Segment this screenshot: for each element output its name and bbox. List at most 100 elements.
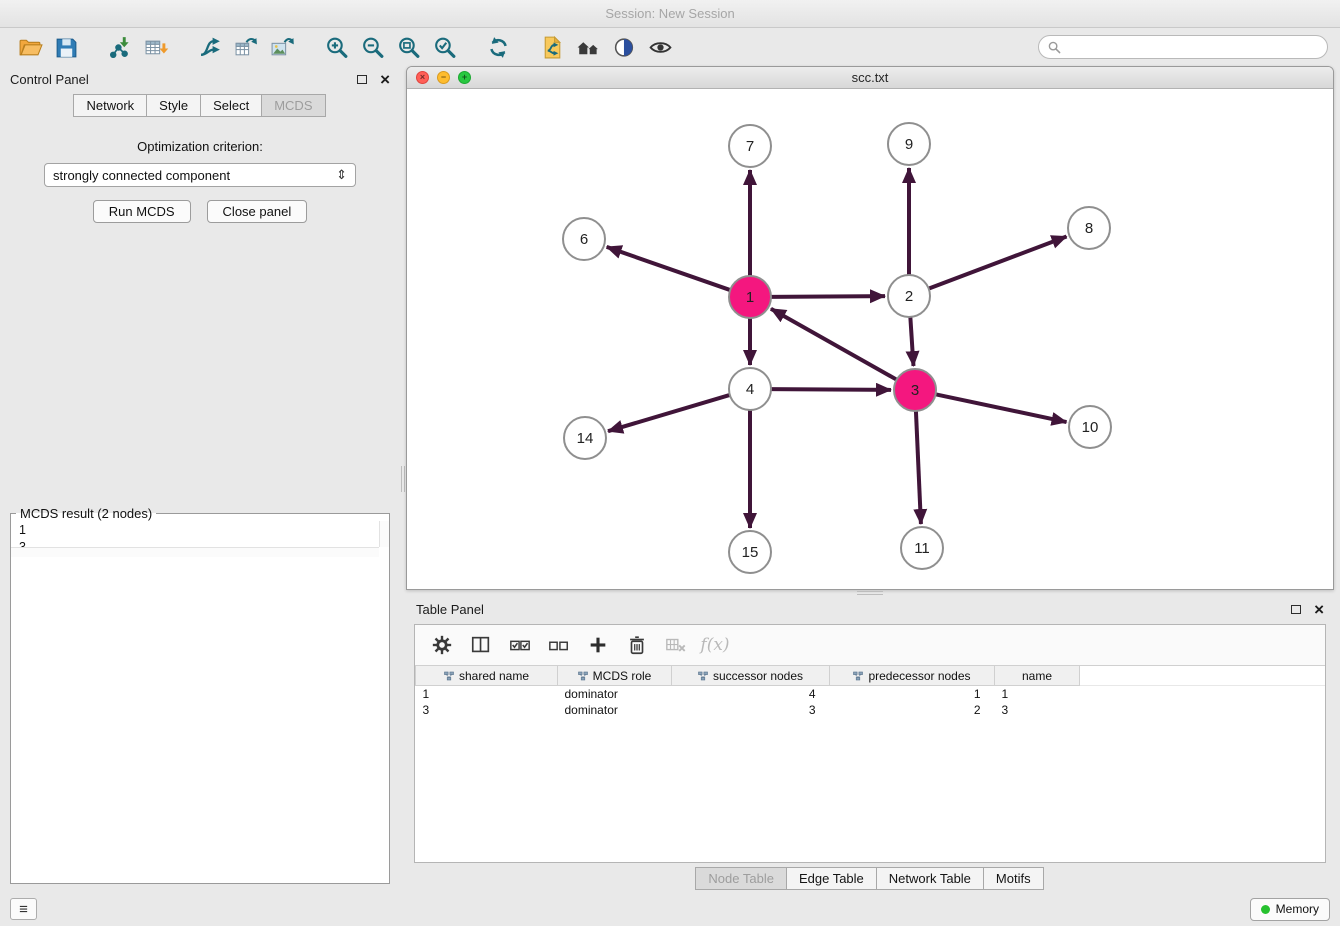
network-window-titlebar[interactable]: × − + scc.txt: [407, 67, 1333, 89]
close-panel-icon[interactable]: ×: [1314, 601, 1324, 618]
table-settings-button[interactable]: [425, 630, 459, 660]
zoom-window-icon[interactable]: +: [458, 71, 471, 84]
minimize-window-icon[interactable]: −: [437, 71, 450, 84]
tab-edge-table[interactable]: Edge Table: [786, 867, 877, 890]
cell-mcds-role[interactable]: dominator: [558, 686, 672, 702]
zoom-in-button[interactable]: [318, 31, 354, 63]
float-panel-icon[interactable]: [1291, 605, 1301, 614]
application-window: Session: New Session: [0, 0, 1340, 926]
cell-name[interactable]: 1: [995, 686, 1080, 702]
window-titlebar[interactable]: Session: New Session: [0, 0, 1340, 28]
close-panel-button[interactable]: Close panel: [207, 200, 308, 223]
zoom-out-button[interactable]: [354, 31, 390, 63]
right-column: × − + scc.txt 7968124314101511: [406, 66, 1340, 892]
add-column-button[interactable]: [581, 630, 615, 660]
edge-3-1[interactable]: [771, 309, 897, 380]
cell-name[interactable]: 3: [995, 702, 1080, 718]
mcds-panel-body: Optimization criterion: strongly connect…: [0, 117, 400, 884]
status-menu-button[interactable]: ≡: [10, 898, 37, 920]
edge-1-2[interactable]: [771, 296, 885, 297]
network-graph[interactable]: 7968124314101511: [407, 89, 1333, 589]
function-builder-button[interactable]: f(x): [698, 630, 732, 660]
zoom-selected-button[interactable]: [426, 31, 462, 63]
tab-mcds[interactable]: MCDS: [261, 94, 325, 117]
result-vertical-scrollbar[interactable]: [379, 521, 389, 547]
plus-icon: [587, 634, 609, 656]
import-network-button[interactable]: [102, 31, 138, 63]
close-panel-icon[interactable]: ×: [380, 71, 390, 88]
tab-network[interactable]: Network: [73, 94, 147, 117]
tab-node-table[interactable]: Node Table: [695, 867, 787, 890]
node-label-11: 11: [914, 540, 930, 557]
header-filler: [1080, 666, 1326, 686]
zoom-fit-button[interactable]: [390, 31, 426, 63]
network-canvas[interactable]: 7968124314101511: [407, 89, 1333, 589]
cell-shared-name[interactable]: 1: [416, 686, 558, 702]
network-file-button[interactable]: [534, 31, 570, 63]
clone-network-button[interactable]: [228, 31, 264, 63]
vizmap-button[interactable]: [606, 31, 642, 63]
apply-layout-button[interactable]: [480, 31, 516, 63]
tab-motifs[interactable]: Motifs: [983, 867, 1044, 890]
column-header-predecessor-nodes[interactable]: predecessor nodes: [830, 666, 995, 686]
delete-column-button[interactable]: [620, 630, 654, 660]
float-panel-icon[interactable]: [357, 75, 367, 84]
tab-style[interactable]: Style: [146, 94, 201, 117]
edge-2-3[interactable]: [910, 317, 913, 366]
memory-button[interactable]: Memory: [1250, 898, 1330, 921]
save-session-button[interactable]: [48, 31, 84, 63]
select-all-button[interactable]: [503, 630, 537, 660]
run-mcds-button[interactable]: Run MCDS: [93, 200, 191, 223]
open-session-button[interactable]: [12, 31, 48, 63]
cell-mcds-role[interactable]: dominator: [558, 702, 672, 718]
fork-arrows-icon: [198, 35, 223, 60]
eye-icon: [648, 35, 673, 60]
cell-shared-name[interactable]: 3: [416, 702, 558, 718]
search-box[interactable]: [1038, 35, 1328, 59]
control-panel-header: Control Panel ×: [0, 66, 400, 92]
node-label-8: 8: [1085, 220, 1093, 237]
new-network-button[interactable]: [192, 31, 228, 63]
cell-successor-nodes[interactable]: 4: [672, 686, 830, 702]
cell-empty: [1080, 702, 1326, 718]
zoom-group: [318, 31, 462, 63]
edge-4-14[interactable]: [608, 395, 730, 431]
table-row[interactable]: 1 dominator 4 1 1: [416, 686, 1326, 702]
cell-predecessor-nodes[interactable]: 1: [830, 686, 995, 702]
optimization-select[interactable]: strongly connected component ⇕: [44, 163, 356, 187]
show-columns-button[interactable]: [464, 630, 498, 660]
search-input[interactable]: [1067, 40, 1318, 54]
cell-successor-nodes[interactable]: 3: [672, 702, 830, 718]
column-header-successor-nodes[interactable]: successor nodes: [672, 666, 830, 686]
control-panel: Control Panel × Network Style Select MCD…: [0, 66, 400, 892]
cell-predecessor-nodes[interactable]: 2: [830, 702, 995, 718]
edge-2-8[interactable]: [929, 236, 1067, 288]
result-horizontal-scrollbar[interactable]: [11, 547, 379, 557]
edge-1-6[interactable]: [607, 247, 731, 290]
checked-boxes-icon: [509, 634, 531, 656]
overview-button[interactable]: [570, 31, 606, 63]
image-arrow-icon: [270, 35, 295, 60]
column-header-mcds-role[interactable]: MCDS role: [558, 666, 672, 686]
edge-3-11[interactable]: [916, 411, 921, 524]
column-header-name[interactable]: name: [995, 666, 1080, 686]
table-arrow-icon: [234, 35, 259, 60]
show-hide-button[interactable]: [642, 31, 678, 63]
window-title: Session: New Session: [605, 6, 734, 21]
table-row[interactable]: 3 dominator 3 2 3: [416, 702, 1326, 718]
deselect-all-button[interactable]: [542, 630, 576, 660]
optimization-label: Optimization criterion:: [137, 139, 263, 154]
optimization-value: strongly connected component: [53, 168, 230, 183]
edge-4-3[interactable]: [771, 389, 891, 390]
tab-network-table[interactable]: Network Table: [876, 867, 984, 890]
column-header-shared-name[interactable]: shared name: [416, 666, 558, 686]
column-tree-icon: [698, 671, 708, 681]
edge-3-10[interactable]: [936, 394, 1067, 422]
import-table-button[interactable]: [138, 31, 174, 63]
delete-table-button[interactable]: [659, 630, 693, 660]
close-window-icon[interactable]: ×: [416, 71, 429, 84]
export-image-button[interactable]: [264, 31, 300, 63]
mcds-buttons: Run MCDS Close panel: [93, 200, 307, 223]
table-delete-icon: [665, 634, 687, 656]
tab-select[interactable]: Select: [200, 94, 262, 117]
